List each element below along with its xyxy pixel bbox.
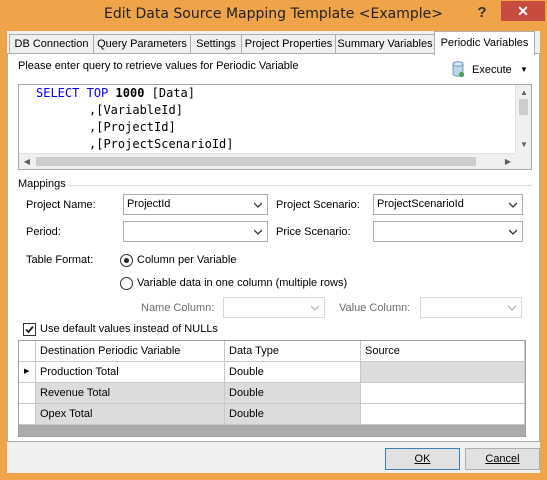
scroll-right-icon[interactable]: ▶ [500,154,516,169]
sql-keyword-top: TOP [86,86,109,100]
chevron-down-icon [254,202,262,208]
table-row[interactable]: ▶ Production Total Double [19,362,525,383]
project-name-select[interactable]: ProjectId [123,194,268,215]
ok-button[interactable]: OK [385,448,460,470]
cancel-label: Cancel [485,453,520,465]
source-cell[interactable] [361,383,525,404]
radio-selected-dot [124,258,129,263]
name-column-select[interactable] [223,297,325,318]
query-instruction: Please enter query to retrieve values fo… [18,60,299,72]
use-default-values-checkbox[interactable] [23,323,36,336]
vertical-scrollbar[interactable]: ▲ ▼ [515,85,531,153]
project-scenario-select[interactable]: ProjectScenarioId [373,194,523,215]
project-scenario-value: ProjectScenarioId [377,198,464,210]
scroll-corner [515,153,531,169]
database-icon [452,61,464,78]
scroll-left-icon[interactable]: ◀ [19,154,35,169]
execute-label: Execute [472,64,512,76]
chevron-down-icon [254,229,262,235]
use-default-values-label[interactable]: Use default values instead of NULLs [40,323,218,335]
dialog-client: DB Connection Query Parameters Settings … [7,31,540,473]
window-title: Edit Data Source Mapping Template <Examp… [103,6,444,22]
column-header-data-type[interactable]: Data Type [225,341,361,362]
dialog-window: Edit Data Source Mapping Template <Examp… [0,0,547,480]
source-cell[interactable] [361,404,525,425]
horizontal-scrollbar[interactable]: ◀ ▶ [19,153,516,169]
dropdown-arrow-icon[interactable]: ▼ [520,59,528,81]
period-label: Period: [26,226,61,238]
periodic-variables-panel: Please enter query to retrieve values fo… [7,53,540,442]
chevron-down-icon [509,229,517,235]
project-name-label: Project Name: [26,199,96,211]
price-scenario-select[interactable] [373,221,523,242]
execute-button[interactable]: Execute ▼ [450,59,532,81]
value-column-select[interactable] [420,297,522,318]
row-header[interactable] [19,383,36,404]
destination-cell[interactable]: Production Total [36,362,225,383]
table-format-label: Table Format: [26,254,94,266]
sql-line-3: ,[ProjectId] [89,120,176,134]
sql-column-data: [Data] [151,86,196,100]
tab-periodic-variables[interactable]: Periodic Variables [434,31,535,55]
scroll-down-icon[interactable]: ▼ [516,137,531,153]
sql-line-2: ,[VariableId] [89,103,183,117]
data-type-cell[interactable]: Double [225,362,361,383]
ok-label: OK [414,453,431,465]
row-header[interactable] [19,404,36,425]
data-type-cell[interactable]: Double [225,383,361,404]
value-column-label: Value Column: [339,302,411,314]
chevron-down-icon [509,202,517,208]
destination-cell[interactable]: Revenue Total [36,383,225,404]
cancel-button[interactable]: Cancel [465,448,540,470]
tab-query-parameters[interactable]: Query Parameters [93,34,191,54]
help-button[interactable]: ? [470,2,494,24]
current-row-icon: ▶ [24,368,30,375]
periodic-variables-grid: Destination Periodic Variable Data Type … [18,340,526,437]
sql-line-1: SELECT TOP 1000 [Data] [36,85,195,102]
grid-corner [19,341,36,362]
project-name-value: ProjectId [127,198,171,210]
vertical-scroll-thumb[interactable] [519,99,528,115]
source-cell[interactable] [361,362,525,383]
chevron-down-icon [508,305,516,311]
column-per-variable-label[interactable]: Column per Variable [137,254,236,266]
title-bar[interactable]: Edit Data Source Mapping Template <Examp… [0,0,547,30]
close-icon: ✕ [517,3,529,19]
one-column-label[interactable]: Variable data in one column (multiple ro… [137,277,347,289]
destination-cell[interactable]: Opex Total [36,404,225,425]
one-column-radio[interactable] [120,277,133,290]
sql-number: 1000 [115,86,145,100]
horizontal-scroll-thumb[interactable] [36,157,476,166]
project-scenario-label: Project Scenario: [276,199,360,211]
checkmark-icon [25,325,34,334]
sql-keyword-select: SELECT [36,86,80,100]
tab-summary-variables[interactable]: Summary Variables [335,34,435,54]
grid-header-row: Destination Periodic Variable Data Type … [19,341,525,362]
mappings-group-title: Mappings [16,178,68,190]
chevron-down-icon [311,305,319,311]
column-header-source[interactable]: Source [361,341,525,362]
column-header-destination[interactable]: Destination Periodic Variable [36,341,225,362]
row-header[interactable]: ▶ [19,362,36,383]
period-select[interactable] [123,221,268,242]
sql-line-4: ,[ProjectScenarioId] [89,137,234,151]
tab-settings[interactable]: Settings [190,34,242,54]
price-scenario-label: Price Scenario: [276,226,351,238]
sql-query-editor[interactable]: SELECT TOP 1000 [Data] ,[VariableId] ,[P… [18,84,532,170]
tab-strip: DB Connection Query Parameters Settings … [7,31,540,55]
tab-project-properties[interactable]: Project Properties [241,34,336,54]
table-row[interactable]: Opex Total Double [19,404,525,425]
name-column-label: Name Column: [141,302,215,314]
column-per-variable-radio[interactable] [120,254,133,267]
data-type-cell[interactable]: Double [225,404,361,425]
close-button[interactable]: ✕ [501,1,545,21]
table-row[interactable]: Revenue Total Double [19,383,525,404]
tab-db-connection[interactable]: DB Connection [9,34,94,54]
